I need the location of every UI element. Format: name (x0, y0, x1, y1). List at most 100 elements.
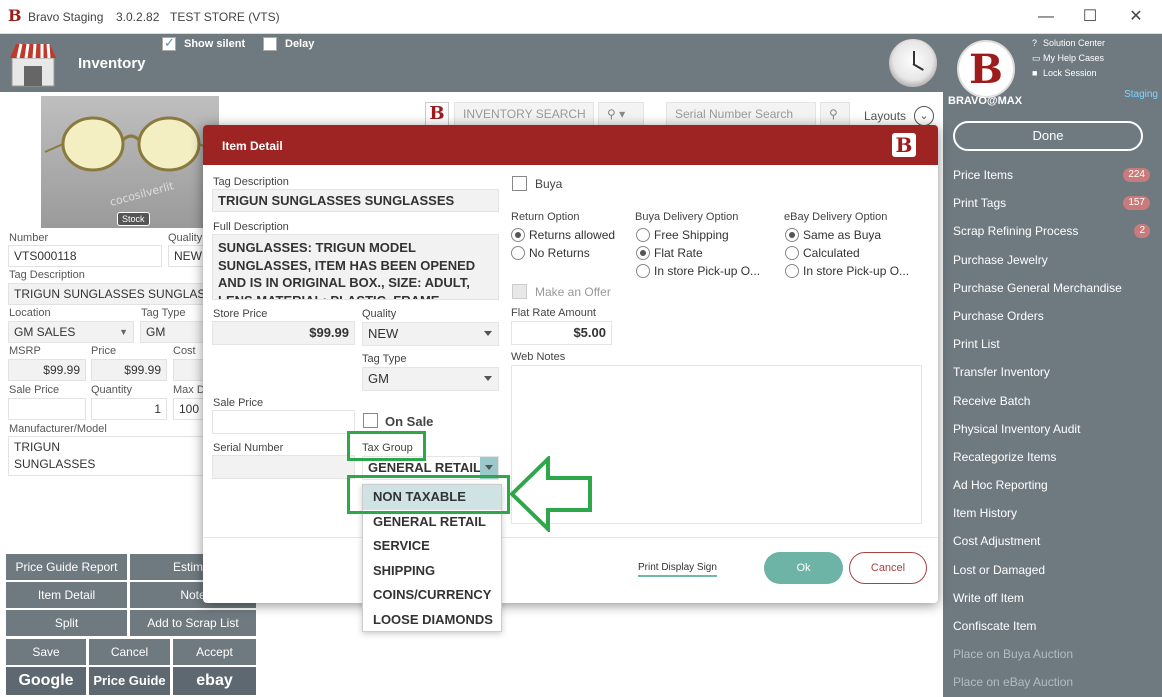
product-image[interactable]: cocosilverlit Stock (41, 96, 219, 228)
bravo-search-logo-icon: B (425, 102, 449, 126)
menu-item-purchase-general[interactable]: Purchase General Merchandise (943, 274, 1162, 302)
cost-label: Cost (173, 345, 196, 357)
my-help-cases-link[interactable]: ▭ My Help Cases (1032, 51, 1105, 66)
ebay-button[interactable]: ebay (173, 667, 256, 695)
tax-group-highlight-box (347, 431, 426, 461)
menu-item-ebay-auction: Place on eBay Auction (953, 675, 1074, 690)
menu-item-receive-batch[interactable]: Receive Batch (943, 387, 1162, 415)
quality-select[interactable]: NEW (362, 322, 499, 346)
item-detail-button[interactable]: Item Detail (6, 582, 127, 608)
menu-item-write-off[interactable]: Write off Item (943, 584, 1162, 612)
show-silent-checkbox[interactable] (162, 35, 176, 51)
manufacturer-field[interactable]: TRIGUN SUNGLASSES (8, 436, 204, 476)
flat-rate-amount-field[interactable]: $5.00 (511, 321, 612, 345)
tag-type-select[interactable]: GM (362, 367, 499, 391)
menu-item-print-tags[interactable]: Print Tags 157 (943, 189, 1162, 217)
number-field[interactable]: VTS000118 (8, 245, 162, 267)
menu-item-transfer-inventory[interactable]: Transfer Inventory (943, 358, 1162, 386)
ebay-store-pickup-radio[interactable]: In store Pick-up O... (785, 263, 909, 280)
buya-delivery-label: Buya Delivery Option (635, 211, 739, 223)
make-offer-label: Make an Offer (535, 285, 611, 299)
tag-description-field[interactable]: TRIGUN SUNGLASSES SUNGLASSES (8, 283, 204, 305)
price-guide-report-button[interactable]: Price Guide Report (6, 554, 127, 580)
buya-checkbox[interactable] (512, 176, 527, 191)
full-description-field[interactable]: SUNGLASSES: TRIGUN MODEL SUNGLASSES, ITE… (212, 234, 499, 300)
menu-item-confiscate[interactable]: Confiscate Item (943, 612, 1162, 640)
close-window-button[interactable]: ✕ (1119, 6, 1153, 28)
same-as-buya-radio[interactable]: Same as Buya (785, 227, 881, 244)
menu-item-scrap-refining[interactable]: Scrap Refining Process 2 (943, 217, 1162, 245)
add-to-scrap-list-button[interactable]: Add to Scrap List (130, 610, 256, 636)
calculated-radio[interactable]: Calculated (785, 245, 860, 262)
solution-center-link[interactable]: ? Solution Center (1032, 36, 1105, 51)
tag-type-label: Tag Type (362, 353, 407, 365)
price-field[interactable]: $99.99 (91, 359, 167, 381)
serial-search-icon[interactable]: ⚲ (820, 102, 850, 126)
menu-item-lost-or-damaged[interactable]: Lost or Damaged (943, 556, 1162, 584)
menu-item-buya-auction: Place on Buya Auction (953, 647, 1074, 662)
minimize-button[interactable]: — (1029, 6, 1063, 28)
clock-icon (888, 38, 938, 88)
tax-option-loose-diamonds[interactable]: LOOSE DIAMONDS (363, 608, 501, 633)
store-price-field[interactable]: $99.99 (212, 321, 355, 345)
ok-button[interactable]: Ok (764, 552, 843, 584)
menu-item-purchase-orders[interactable]: Purchase Orders (943, 302, 1162, 330)
menu-item-physical-audit[interactable]: Physical Inventory Audit (943, 415, 1162, 443)
tag-type-label: Tag Type (141, 307, 186, 319)
cancel-button[interactable]: Cancel (89, 639, 170, 665)
returns-allowed-radio[interactable]: Returns allowed (511, 227, 615, 244)
quality-field[interactable]: NEW (168, 245, 204, 267)
tag-description-field[interactable]: TRIGUN SUNGLASSES SUNGLASSES (212, 189, 499, 212)
sale-price-label: Sale Price (213, 397, 264, 409)
menu-item-item-history[interactable]: Item History (943, 499, 1162, 527)
web-notes-label: Web Notes (511, 351, 566, 363)
menu-item-cost-adjustment[interactable]: Cost Adjustment (943, 527, 1162, 555)
buya-store-pickup-radio[interactable]: In store Pick-up O... (636, 263, 760, 280)
serial-number-field[interactable] (212, 455, 355, 479)
split-button[interactable]: Split (6, 610, 127, 636)
msrp-field[interactable]: $99.99 (8, 359, 86, 381)
max-field[interactable]: 100 (173, 398, 204, 420)
maximize-button[interactable]: ☐ (1073, 6, 1107, 28)
google-button[interactable]: Google (6, 667, 86, 695)
tax-option-shipping[interactable]: SHIPPING (363, 559, 501, 584)
sale-price-field[interactable] (8, 398, 86, 420)
non-taxable-highlight-box (347, 475, 510, 514)
layouts-label[interactable]: Layouts (864, 109, 906, 123)
layouts-chevron-icon[interactable]: ⌄ (914, 106, 934, 126)
serial-number-search-input[interactable]: Serial Number Search (666, 102, 816, 126)
footer-divider (203, 537, 938, 538)
print-display-sign-link[interactable]: Print Display Sign (638, 562, 717, 577)
search-options-button[interactable]: ⚲ ▾ (598, 102, 644, 126)
tag-type-select[interactable]: GM (140, 321, 204, 343)
price-guide-button[interactable]: Price Guide (89, 667, 170, 695)
menu-item-price-items[interactable]: Price Items 224 (943, 161, 1162, 189)
folder-icon: ▭ (1032, 53, 1041, 63)
full-description-label: Full Description (213, 221, 289, 233)
on-sale-checkbox[interactable] (363, 413, 378, 428)
modal-cancel-button[interactable]: Cancel (849, 552, 927, 584)
location-select[interactable]: GM SALES ▼ (8, 321, 134, 343)
tax-option-coins-currency[interactable]: COINS/CURRENCY (363, 583, 501, 608)
menu-item-recategorize[interactable]: Recategorize Items (943, 443, 1162, 471)
save-button[interactable]: Save (6, 639, 86, 665)
accept-button[interactable]: Accept (173, 639, 256, 665)
tax-option-service[interactable]: SERVICE (363, 534, 501, 559)
flat-rate-radio[interactable]: Flat Rate (636, 245, 703, 262)
done-button[interactable]: Done (953, 121, 1143, 151)
menu-item-ad-hoc-reporting[interactable]: Ad Hoc Reporting (943, 471, 1162, 499)
delay-checkbox[interactable] (263, 37, 277, 51)
bravo-logo-icon: B (957, 40, 1015, 98)
on-sale-label: On Sale (385, 414, 434, 429)
cost-field[interactable] (173, 359, 204, 381)
lock-session-link[interactable]: ■ Lock Session (1032, 66, 1105, 81)
free-shipping-radio[interactable]: Free Shipping (636, 227, 729, 244)
chevron-down-icon (485, 465, 493, 470)
app-version: 3.0.2.82 (116, 10, 160, 24)
sale-price-field[interactable] (212, 410, 355, 434)
menu-item-purchase-jewelry[interactable]: Purchase Jewelry (943, 246, 1162, 274)
menu-item-print-list[interactable]: Print List (943, 330, 1162, 358)
inventory-search-input[interactable]: INVENTORY SEARCH (454, 102, 594, 126)
quantity-field[interactable]: 1 (91, 398, 167, 420)
no-returns-radio[interactable]: No Returns (511, 245, 590, 262)
